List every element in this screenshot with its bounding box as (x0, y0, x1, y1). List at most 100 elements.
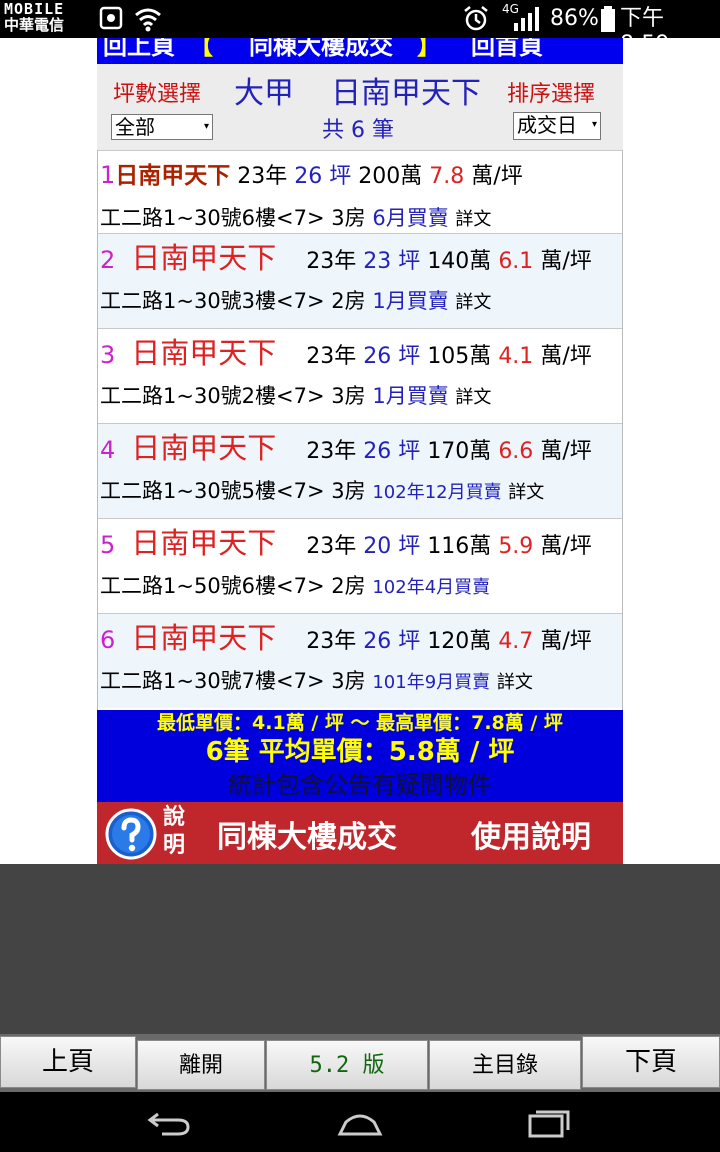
back-icon[interactable] (146, 1108, 192, 1138)
version-button[interactable]: 5.2 版 (266, 1040, 428, 1090)
top-nav-strip: 回上頁 【 同棟大樓成交 】 回首頁 (97, 38, 623, 64)
filter-header: 坪數選擇 大甲 日南甲天下 排序選擇 全部 ▾ 共 6 筆 成交日 ▾ (97, 64, 623, 150)
list-item[interactable]: 4 日南甲天下 23年 26 坪 170萬 6.6 萬/坪 工二路1~30號5樓<… (98, 423, 622, 518)
record-age: 23年 (306, 534, 357, 559)
record-age: 23年 (306, 249, 357, 274)
system-nav-bar (0, 1092, 720, 1152)
record-rooms: 3房 (331, 669, 366, 693)
record-ping: 26 (363, 439, 392, 464)
summary-note: 統計包含公告有疑問物件 (228, 771, 492, 799)
record-rooms: 3房 (331, 384, 366, 408)
back-link[interactable]: 回上頁 (103, 38, 175, 61)
detail-link[interactable]: 詳文 (455, 292, 491, 313)
record-unit-price: 4.7 (498, 629, 534, 654)
record-age: 23年 (306, 344, 357, 369)
record-count: 共 6 筆 (322, 118, 394, 143)
record-ping-unit: 坪 (398, 249, 421, 274)
detail-link[interactable]: 詳文 (455, 209, 491, 230)
help-title: 同棟大樓成交 (217, 820, 397, 855)
district-name: 大甲 (234, 76, 294, 111)
record-trade-date: 101年9月買賣 (372, 672, 491, 693)
record-rooms: 2房 (331, 574, 366, 598)
detail-link[interactable]: 詳文 (455, 387, 491, 408)
record-unit-suffix: 萬/坪 (471, 164, 523, 189)
bracket-right: 】 (417, 38, 441, 60)
price-summary: 最低單價：4.1萬 / 坪 ～ 最高單價：7.8萬 / 坪 6筆 平均單價：5.… (97, 710, 623, 802)
record-ping-unit: 坪 (398, 439, 421, 464)
list-item[interactable]: 1日南甲天下 23年 26 坪 200萬 7.8 萬/坪 工二路1~30號6樓<… (98, 150, 622, 245)
record-address: 工二路1~30號6樓<7> (100, 206, 325, 230)
chevron-down-icon: ▾ (591, 119, 597, 130)
next-page-button[interactable]: 下頁 (582, 1036, 720, 1088)
record-age: 23年 (306, 439, 357, 464)
prev-page-button[interactable]: 上頁 (0, 1036, 136, 1088)
record-price: 120萬 (427, 629, 492, 654)
record-address: 工二路1~30號3樓<7> (100, 289, 325, 313)
help-icon[interactable] (105, 808, 157, 860)
record-trade-date: 6月買賣 (372, 206, 449, 230)
list-item[interactable]: 6 日南甲天下 23年 26 坪 120萬 4.7 萬/坪 工二路1~30號7樓<… (98, 613, 622, 708)
record-ping-unit: 坪 (398, 629, 421, 654)
battery-percent: 86% (550, 6, 599, 31)
record-building-stamp: 日南甲天下 (131, 431, 276, 465)
record-ping-unit: 坪 (398, 344, 421, 369)
record-building-stamp: 日南甲天下 (131, 621, 276, 655)
bottom-toolbar: 上頁 離開 5.2 版 主目錄 下頁 (0, 1034, 720, 1092)
exit-button[interactable]: 離開 (137, 1040, 265, 1090)
building-name: 日南甲天下 (331, 76, 481, 111)
record-rooms: 3房 (331, 479, 366, 503)
record-trade-date: 1月買賣 (372, 289, 449, 313)
record-trade-date: 1月買賣 (372, 384, 449, 408)
record-building-stamp: 日南甲天下 (131, 336, 276, 370)
record-rooms: 2房 (331, 289, 366, 313)
record-building-stamp: 日南甲天下 (131, 241, 276, 275)
wifi-icon (135, 8, 161, 32)
record-price: 140萬 (427, 249, 492, 274)
chevron-down-icon: ▾ (203, 121, 209, 132)
main-menu-button[interactable]: 主目錄 (429, 1040, 581, 1090)
area-select-value: 全部 (115, 115, 155, 139)
record-index: 2 (100, 246, 116, 274)
area-select[interactable]: 全部 ▾ (111, 114, 213, 140)
record-rooms: 3房 (331, 206, 366, 230)
detail-link[interactable]: 詳文 (508, 482, 544, 503)
record-unit-price: 6.6 (498, 439, 534, 464)
recents-icon[interactable] (526, 1108, 572, 1138)
record-address: 工二路1~50號6樓<7> (100, 574, 325, 598)
record-ping-unit: 坪 (398, 534, 421, 559)
home-icon[interactable] (336, 1108, 384, 1138)
record-unit-price: 6.1 (498, 249, 534, 274)
bracket-left: 【 (189, 38, 213, 60)
alarm-icon (464, 6, 488, 31)
record-unit-price: 4.1 (498, 344, 534, 369)
record-index: 3 (100, 341, 116, 369)
list-item[interactable]: 5 日南甲天下 23年 20 坪 116萬 5.9 萬/坪 工二路1~50號6樓<… (98, 518, 622, 613)
help-bar[interactable]: 說明 同棟大樓成交 使用說明 (97, 802, 623, 864)
record-index: 4 (100, 436, 116, 464)
status-bar: MOBILE 中華電信 4G 86% 下午 8:59 (0, 0, 720, 57)
battery-icon (601, 6, 615, 32)
home-link[interactable]: 回首頁 (471, 38, 543, 61)
record-ping: 26 (363, 344, 392, 369)
list-item[interactable]: 2 日南甲天下 23年 23 坪 140萬 6.1 萬/坪 工二路1~30號3樓<… (98, 233, 622, 328)
record-building-stamp: 日南甲天下 (131, 526, 276, 560)
detail-link[interactable]: 詳文 (497, 672, 533, 693)
record-building: 日南甲天下 (131, 431, 277, 465)
usage-link[interactable]: 使用說明 (471, 812, 591, 856)
notification-icon (99, 6, 123, 30)
list-item[interactable]: 3 日南甲天下 23年 26 坪 105萬 4.1 萬/坪 工二路1~30號2樓<… (98, 328, 622, 423)
record-address: 工二路1~30號5樓<7> (100, 479, 325, 503)
help-small-label: 說明 (163, 805, 186, 858)
record-index: 5 (100, 531, 116, 559)
sort-select[interactable]: 成交日 ▾ (513, 112, 601, 140)
record-building: 日南甲天下 (131, 526, 277, 560)
record-ping: 20 (363, 534, 392, 559)
record-ping: 26 (294, 164, 323, 189)
record-unit-suffix: 萬/坪 (540, 249, 592, 274)
empty-area (0, 864, 720, 1034)
record-unit-suffix: 萬/坪 (540, 439, 592, 464)
record-price: 105萬 (427, 344, 492, 369)
record-ping: 26 (363, 629, 392, 654)
record-building: 日南甲天下 (131, 621, 277, 655)
area-filter-label: 坪數選擇 (113, 82, 202, 107)
